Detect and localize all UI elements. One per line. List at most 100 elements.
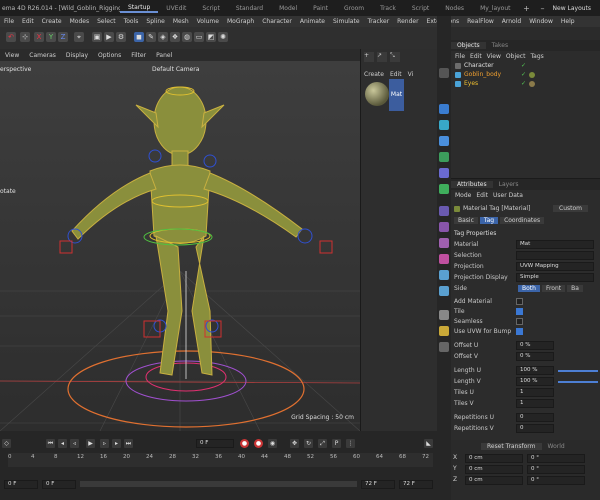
length-u-field[interactable]: 100 % xyxy=(516,366,554,375)
menu-simulate[interactable]: Simulate xyxy=(329,18,364,25)
cube-icon[interactable]: ◼ xyxy=(134,32,144,42)
tab-attributes[interactable]: Attributes xyxy=(451,181,493,188)
layout-tab-script-2[interactable]: Script xyxy=(404,5,437,12)
axis-y-button[interactable]: Y xyxy=(46,32,56,42)
custom-dropdown[interactable]: Custom xyxy=(553,205,588,212)
live-selection-icon[interactable]: ⊹ xyxy=(20,32,30,42)
render-view-icon[interactable]: ▣ xyxy=(92,32,102,42)
axis-x-button[interactable]: X xyxy=(34,32,44,42)
attr-menu-edit[interactable]: Edit xyxy=(476,192,488,199)
keyframe-diamond-icon[interactable]: ◇ xyxy=(2,439,11,448)
scale-icon[interactable]: ⤡ xyxy=(390,52,400,62)
axis-z-button[interactable]: Z xyxy=(58,32,68,42)
tiles-v-field[interactable]: 1 xyxy=(516,399,554,408)
add-layout-icon[interactable]: + xyxy=(519,4,535,13)
camera-icon[interactable]: ◩ xyxy=(206,32,216,42)
uv-mode-icon[interactable] xyxy=(439,168,449,178)
param-key-icon[interactable]: P xyxy=(332,439,341,448)
obj-menu-object[interactable]: Object xyxy=(506,53,526,60)
repetitions-u-field[interactable]: 0 xyxy=(516,413,554,422)
menu-tools[interactable]: Tools xyxy=(120,18,143,25)
subtab-tag[interactable]: Tag xyxy=(479,217,499,224)
next-key-icon[interactable]: ▸ xyxy=(112,439,121,448)
vp-menu-display[interactable]: Display xyxy=(61,52,93,59)
render-settings-icon[interactable]: ⚙ xyxy=(116,32,126,42)
mat-menu-edit[interactable]: Edit xyxy=(390,71,402,78)
projection-dropdown[interactable]: UVW Mapping xyxy=(516,262,594,271)
material-name[interactable]: Mat xyxy=(389,79,404,111)
coordinate-system-icon[interactable]: ⌖ xyxy=(74,32,84,42)
next-frame-icon[interactable]: ▹ xyxy=(100,439,109,448)
magnet-icon[interactable] xyxy=(439,206,449,216)
add-icon[interactable]: + xyxy=(364,52,374,62)
floor-icon[interactable]: ▭ xyxy=(194,32,204,42)
pos-y-field[interactable]: 0 cm xyxy=(465,465,523,474)
edges-mode-icon[interactable] xyxy=(439,136,449,146)
knife-icon[interactable] xyxy=(439,222,449,232)
menu-animate[interactable]: Animate xyxy=(296,18,329,25)
workplane-icon[interactable] xyxy=(439,310,449,320)
undo-icon[interactable]: ↶ xyxy=(6,32,16,42)
timeline-expand-icon[interactable]: ◣ xyxy=(424,439,433,448)
check-icon[interactable]: ✓ xyxy=(521,62,526,69)
attr-menu-mode[interactable]: Mode xyxy=(455,192,471,199)
add-material-checkbox[interactable] xyxy=(516,298,523,305)
pos-x-field[interactable]: 0 cm xyxy=(465,454,523,463)
obj-menu-view[interactable]: View xyxy=(487,53,501,60)
menu-character[interactable]: Character xyxy=(258,18,296,25)
start-frame-field[interactable]: 0 F xyxy=(4,479,38,489)
preview-start-field[interactable]: 0 F xyxy=(42,479,76,489)
menu-modes[interactable]: Modes xyxy=(66,18,93,25)
side-front[interactable]: Front xyxy=(541,285,566,292)
selection-field[interactable] xyxy=(516,251,594,260)
tab-takes[interactable]: Takes xyxy=(486,42,514,49)
length-u-slider[interactable] xyxy=(558,369,598,372)
layout-tab-model[interactable]: Model xyxy=(271,5,305,12)
move-key-icon[interactable]: ✥ xyxy=(290,439,299,448)
pos-z-field[interactable]: 0 cm xyxy=(465,476,523,485)
record-icon[interactable]: ● xyxy=(240,439,249,448)
points-mode-icon[interactable] xyxy=(439,120,449,130)
tweak-icon[interactable] xyxy=(439,342,449,352)
projection-display-dropdown[interactable]: Simple xyxy=(516,273,594,282)
offset-u-field[interactable]: 0 % xyxy=(516,341,554,350)
scale-key-icon[interactable]: ⤢ xyxy=(318,439,327,448)
length-v-field[interactable]: 100 % xyxy=(516,377,554,386)
pen-icon[interactable]: ✎ xyxy=(146,32,156,42)
loop-icon[interactable] xyxy=(439,286,449,296)
menu-realflow[interactable]: RealFlow xyxy=(463,18,498,25)
menu-window[interactable]: Window xyxy=(525,18,557,25)
obj-menu-file[interactable]: File xyxy=(455,53,465,60)
menu-mograph[interactable]: MoGraph xyxy=(223,18,258,25)
check-icon[interactable]: ✓ xyxy=(521,80,526,87)
length-v-slider[interactable] xyxy=(558,380,598,383)
tab-layers[interactable]: Layers xyxy=(493,181,525,188)
preview-range-slider[interactable] xyxy=(80,481,357,487)
reset-transform-button[interactable]: Reset Transform xyxy=(481,443,542,450)
repetitions-v-field[interactable]: 0 xyxy=(516,424,554,433)
layout-tab-my-layout[interactable]: My_layout xyxy=(472,5,518,12)
vp-menu-cameras[interactable]: Cameras xyxy=(24,52,61,59)
timeline-ruler[interactable]: 0 4 8 12 16 20 24 28 32 36 40 44 48 52 5… xyxy=(8,453,433,467)
material-tag-icon[interactable] xyxy=(529,80,536,87)
subtab-coordinates[interactable]: Coordinates xyxy=(500,217,545,224)
side-back[interactable]: Ba xyxy=(567,285,583,292)
snap-icon[interactable] xyxy=(439,184,449,194)
menu-edit[interactable]: Edit xyxy=(18,18,38,25)
rot-z-field[interactable]: 0 ° xyxy=(527,476,585,485)
menu-render[interactable]: Render xyxy=(393,18,422,25)
goto-start-icon[interactable]: ⏮ xyxy=(46,439,55,448)
minimize-icon[interactable]: – xyxy=(535,4,551,13)
vp-menu-options[interactable]: Options xyxy=(93,52,126,59)
rot-x-field[interactable]: 0 ° xyxy=(527,454,585,463)
axis-lock-icon[interactable] xyxy=(439,326,449,336)
mat-menu-create[interactable]: Create xyxy=(364,71,384,78)
menu-arnold[interactable]: Arnold xyxy=(498,18,525,25)
object-row-eyes[interactable]: Eyes ✓ xyxy=(451,79,600,88)
deformer-icon[interactable]: ◍ xyxy=(182,32,192,42)
menu-volume[interactable]: Volume xyxy=(193,18,223,25)
layout-tab-uvedit[interactable]: UVEdit xyxy=(158,5,194,12)
menu-select[interactable]: Select xyxy=(93,18,120,25)
tab-objects[interactable]: Objects xyxy=(451,42,486,49)
pla-key-icon[interactable]: ⋮ xyxy=(346,439,355,448)
